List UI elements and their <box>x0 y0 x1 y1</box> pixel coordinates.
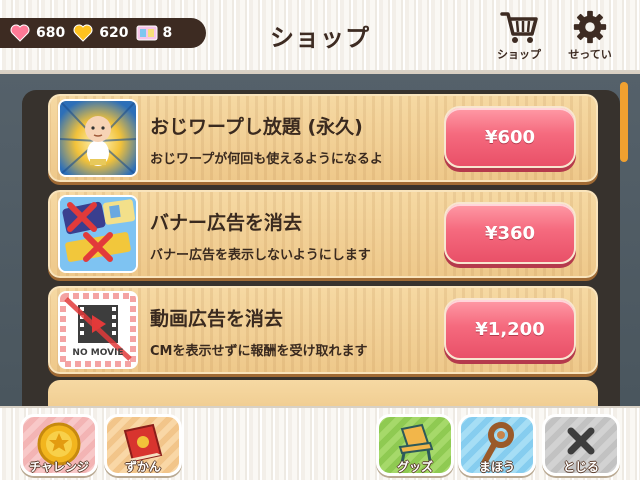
item-name: 動画広告を消去 <box>150 308 284 330</box>
goods-button[interactable]: グッズ <box>376 414 454 476</box>
page-title: ショップ <box>270 24 370 52</box>
buy-button[interactable]: ¥360 <box>444 202 576 264</box>
item-description: CMを表示せずに報酬を受け取れます <box>150 344 368 359</box>
no-banner-ads-icon <box>58 195 138 273</box>
no-movie-icon: NO MOVIE <box>58 291 138 369</box>
item-description: おじワープが何回も使えるようになるよ <box>150 152 383 167</box>
shop-item-row: バナー広告を消去 バナー広告を表示しないようにします ¥360 <box>48 190 598 278</box>
scrollbar[interactable] <box>620 82 628 162</box>
gold-heart-stat: 620 <box>73 24 128 42</box>
challenge-label: チャレンジ <box>29 460 89 474</box>
item-name: おじワープし放題 (永久) <box>150 116 363 138</box>
pink-heart-icon <box>10 24 30 42</box>
magic-button[interactable]: まほう <box>458 414 536 476</box>
close-button[interactable]: とじる <box>542 414 620 476</box>
no-movie-text: NO MOVIE <box>72 348 124 358</box>
currency-bar: 680 620 8 <box>0 18 206 48</box>
goods-label: グッズ <box>396 460 433 474</box>
gear-icon <box>573 10 607 44</box>
settings-button-label: せってい <box>568 48 612 61</box>
cart-icon <box>500 12 538 43</box>
shop-button[interactable]: ショップ <box>488 8 550 62</box>
heart-count: 680 <box>36 25 66 41</box>
warping-old-man-icon <box>58 99 138 177</box>
close-label: とじる <box>562 460 599 474</box>
encyclopedia-label: ずかん <box>124 460 161 474</box>
gold-heart-count: 620 <box>99 25 129 41</box>
challenge-button[interactable]: チャレンジ <box>20 414 98 476</box>
top-bar: 680 620 8 ショップ ショップ せってい <box>0 0 640 72</box>
gold-heart-icon <box>73 24 93 42</box>
ticket-icon <box>136 24 158 42</box>
close-icon <box>567 427 595 455</box>
ticket-count: 8 <box>162 25 173 41</box>
settings-button[interactable]: せってい <box>560 8 620 62</box>
shop-button-label: ショップ <box>497 48 541 61</box>
item-description: バナー広告を表示しないようにします <box>150 248 371 263</box>
ticket-stat: 8 <box>136 24 172 42</box>
buy-button[interactable]: ¥600 <box>444 106 576 168</box>
magic-label: まほう <box>478 460 515 474</box>
encyclopedia-button[interactable]: ずかん <box>104 414 182 476</box>
buy-button[interactable]: ¥1,200 <box>444 298 576 360</box>
shop-item-row: NO MOVIE 動画広告を消去 CMを表示せずに報酬を受け取れます ¥1,20… <box>48 286 598 374</box>
heart-stat: 680 <box>10 24 65 42</box>
shop-item-row: おじワープし放題 (永久) おじワープが何回も使えるようになるよ ¥600 <box>48 94 598 182</box>
item-name: バナー広告を消去 <box>150 212 303 234</box>
